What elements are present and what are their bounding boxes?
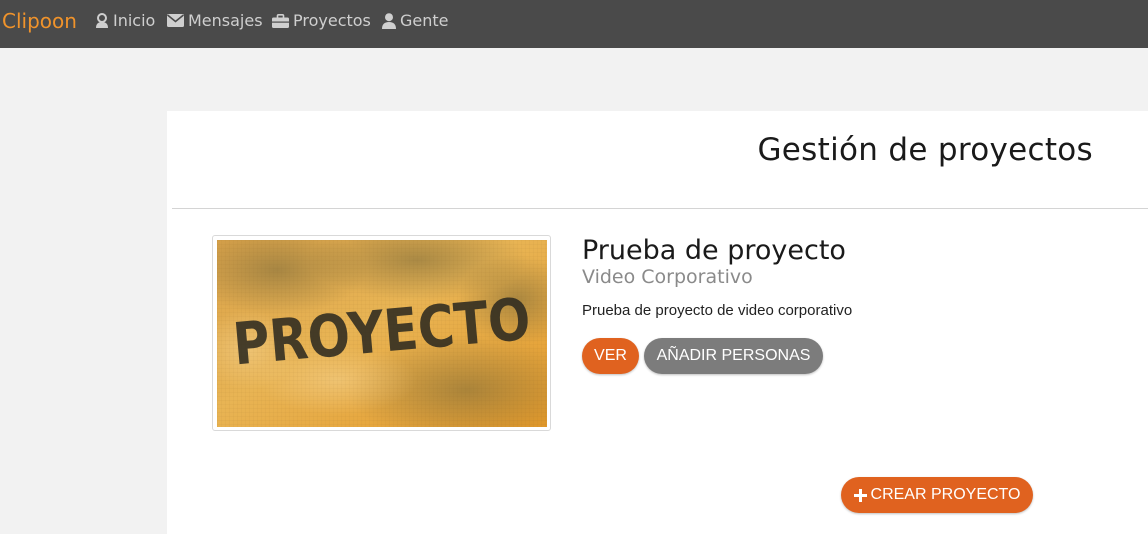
envelope-icon (167, 14, 184, 27)
projects-panel: Gestión de proyectos PROYECTO Prueba de … (167, 111, 1148, 534)
project-subtitle: Video Corporativo (582, 266, 753, 288)
project-image: PROYECTO (217, 240, 547, 427)
project-title[interactable]: Prueba de proyecto (582, 235, 846, 266)
plus-icon (853, 488, 867, 502)
view-project-button[interactable]: VER (582, 338, 639, 374)
add-people-button[interactable]: AÑADIR PERSONAS (644, 338, 823, 374)
brand-logo[interactable]: Clipoon (2, 9, 77, 33)
nav-item-label: Mensajes (188, 11, 263, 30)
person-icon (382, 12, 396, 29)
nav-item-mensajes[interactable]: Mensajes (167, 11, 263, 30)
nav-item-gente[interactable]: Gente (382, 11, 449, 30)
nav-item-label: Gente (400, 11, 449, 30)
page-title: Gestión de proyectos (757, 132, 1093, 168)
nav-item-label: Inicio (113, 11, 156, 30)
project-thumbnail[interactable]: PROYECTO (212, 235, 551, 431)
nav-item-inicio[interactable]: Inicio (95, 11, 155, 30)
divider (172, 208, 1148, 209)
create-project-button[interactable]: CREAR PROYECTO (841, 477, 1033, 513)
project-description: Prueba de proyecto de video corporativo (582, 302, 853, 319)
nav-item-proyectos[interactable]: Proyectos (272, 11, 371, 30)
top-navbar: Clipoon Inicio Mensajes Proyectos Gente (0, 0, 1148, 48)
user-badge-icon (96, 12, 108, 28)
briefcase-icon (272, 13, 289, 28)
create-project-label: CREAR PROYECTO (870, 486, 1021, 503)
nav-item-label: Proyectos (293, 11, 371, 30)
